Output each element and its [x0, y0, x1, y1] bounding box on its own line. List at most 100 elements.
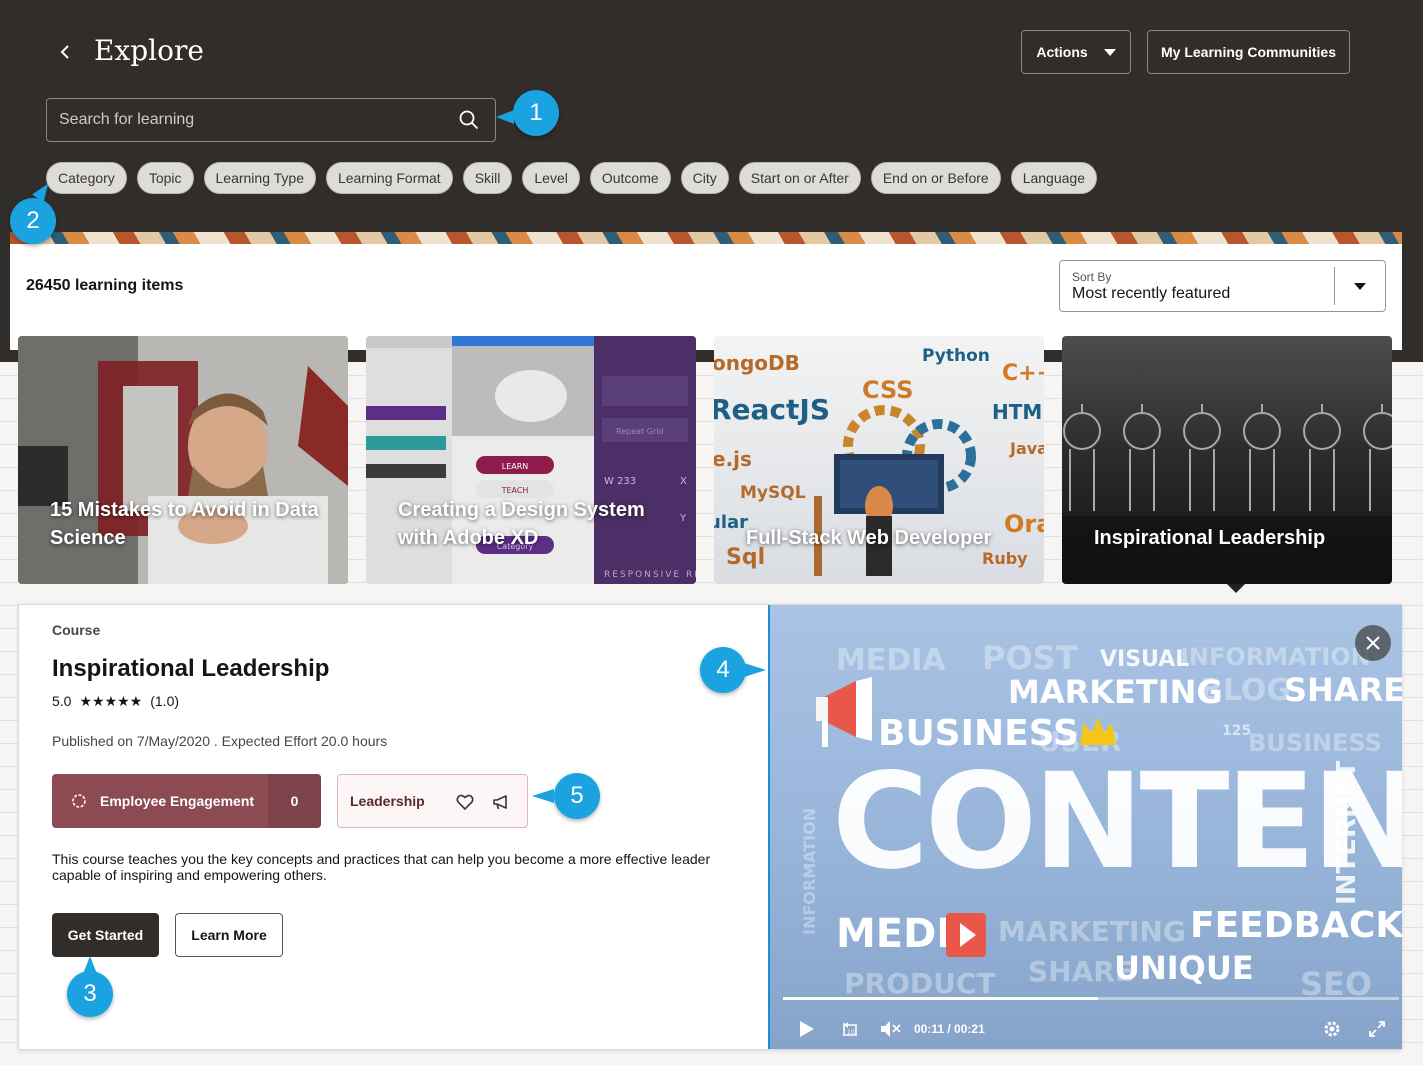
learning-card[interactable]: ongoDB Python CSS C++ ReactJS HTML e.js …: [714, 336, 1044, 584]
actions-button[interactable]: Actions: [1021, 30, 1131, 74]
close-icon: [1366, 636, 1380, 650]
filter-chip-topic[interactable]: Topic: [136, 162, 194, 194]
card-art-responsive: RESPONSIVE RE: [604, 570, 696, 580]
filter-chips: Category Topic Learning Type Learning Fo…: [46, 162, 1097, 194]
card-art-mongodb: ongoDB: [714, 351, 800, 375]
video-word: SHARE: [1284, 671, 1402, 709]
video-player[interactable]: MEDIA POST VISUAL INFORMATION MARKETING …: [768, 605, 1402, 1049]
video-controls: 10 00:11 / 00:21: [770, 1010, 1402, 1048]
my-learning-communities-button[interactable]: My Learning Communities: [1147, 30, 1350, 74]
video-word: MEDIA: [836, 643, 946, 678]
card-title: Creating a Design System with Adobe XD: [398, 499, 645, 549]
video-word: INFORMATION: [1180, 643, 1371, 671]
chevron-left-icon: [60, 45, 69, 59]
filter-chip-outcome[interactable]: Outcome: [589, 162, 671, 194]
caret-down-icon: [1103, 48, 1116, 56]
crown-icon: [1080, 717, 1116, 745]
video-word: CONTENT: [832, 745, 1402, 899]
search-box: [46, 98, 496, 142]
card-art-cpp: C++: [1002, 361, 1044, 386]
card-art-python: Python: [922, 346, 990, 366]
course-rating: 5.0 ★★★★★ (1.0): [52, 693, 179, 710]
callout-badge-4: 4: [700, 647, 746, 693]
video-word: POST: [982, 639, 1078, 677]
video-time: 00:11 / 00:21: [914, 1022, 985, 1036]
get-started-button[interactable]: Get Started: [52, 913, 159, 957]
filter-chip-learning-format[interactable]: Learning Format: [325, 162, 453, 194]
card-art-mysql: MySQL: [740, 483, 806, 503]
back-button[interactable]: [52, 38, 78, 66]
actions-label: Actions: [1036, 44, 1088, 60]
card-art-w: W 233: [604, 476, 636, 487]
results-count: 26450 learning items: [26, 277, 184, 294]
tag-count: 0: [268, 774, 321, 828]
gear-icon: [72, 794, 86, 808]
heart-icon[interactable]: [455, 792, 475, 812]
play-icon: [946, 913, 986, 957]
callout-arrow: [83, 956, 97, 974]
filter-chip-language[interactable]: Language: [1010, 162, 1097, 194]
course-description: This course teaches you the key concepts…: [52, 851, 711, 883]
card-art-learn: LEARN: [502, 462, 529, 471]
current-time: 00:11: [914, 1022, 945, 1036]
video-word: UNIQUE: [1114, 949, 1254, 987]
video-word: PRODUCT: [844, 967, 996, 1000]
card-art-teach: TEACH: [501, 486, 529, 495]
learning-card[interactable]: 15 Mistakes to Avoid in Data Science: [18, 336, 348, 584]
employee-engagement-tag[interactable]: Employee Engagement 0: [52, 774, 321, 828]
tag-label: Leadership: [350, 793, 425, 809]
video-word: MARKETING: [998, 915, 1186, 948]
card-art-html: HTML: [992, 400, 1044, 424]
video-word: INFORMATION: [800, 807, 819, 935]
leadership-tag[interactable]: Leadership: [337, 774, 528, 828]
callout-arrow: [496, 110, 514, 124]
gear-icon[interactable]: [1322, 1019, 1342, 1039]
close-video-button[interactable]: [1355, 625, 1391, 661]
callout-badge-1: 1: [513, 90, 559, 136]
card-art-js: e.js: [714, 447, 752, 471]
sort-value: Most recently featured: [1072, 285, 1231, 302]
card-title: 15 Mistakes to Avoid in Data Science: [50, 499, 319, 549]
card-art-x: X: [680, 476, 687, 487]
rating-value: 5.0: [52, 693, 72, 709]
search-icon[interactable]: [459, 110, 479, 130]
rewind-10-icon[interactable]: 10: [840, 1019, 860, 1039]
card-art-java: Java: [1009, 439, 1044, 458]
filter-chip-end-on-or-before[interactable]: End on or Before: [870, 162, 1001, 194]
mute-icon[interactable]: [880, 1019, 902, 1039]
learning-card[interactable]: Inspirational Leadership: [1062, 336, 1392, 584]
communities-label: My Learning Communities: [1160, 44, 1337, 60]
filter-chip-start-on-or-after[interactable]: Start on or After: [738, 162, 861, 194]
card-title: Inspirational Leadership: [1094, 527, 1326, 549]
card-art-ular: ular: [714, 512, 748, 533]
search-input[interactable]: [59, 99, 449, 141]
course-meta: Published on 7/May/2020 . Expected Effor…: [52, 733, 388, 749]
card-art-react: ReactJS: [714, 393, 830, 426]
megaphone-icon[interactable]: [491, 792, 511, 812]
duration: 00:21: [954, 1022, 985, 1036]
megaphone-icon: [816, 677, 872, 747]
sort-divider: [1334, 267, 1335, 305]
callout-badge-5: 5: [554, 773, 600, 819]
video-progress-bar[interactable]: [783, 997, 1399, 1000]
learning-card[interactable]: LEARN TEACH Category Repeat Grid W 233 X…: [366, 336, 696, 584]
callout-badge-2: 2: [10, 198, 56, 244]
filter-chip-city[interactable]: City: [680, 162, 729, 194]
play-icon[interactable]: [798, 1020, 816, 1038]
card-art-grid: Repeat Grid: [616, 427, 664, 436]
fullscreen-icon[interactable]: [1368, 1020, 1386, 1038]
learn-more-button[interactable]: Learn More: [175, 913, 283, 957]
filter-chip-skill[interactable]: Skill: [462, 162, 513, 194]
filter-chip-learning-type[interactable]: Learning Type: [203, 162, 316, 194]
caret-down-icon[interactable]: [1354, 283, 1366, 290]
video-word: BLOG: [1200, 673, 1292, 708]
filter-chip-level[interactable]: Level: [522, 162, 580, 194]
filter-chip-category[interactable]: Category: [46, 162, 127, 194]
video-word: SHARE: [1028, 955, 1134, 988]
selected-card-pointer: [1227, 584, 1245, 593]
callout-badge-3: 3: [67, 971, 113, 1017]
video-word: 125: [1222, 723, 1252, 739]
video-word: FEEDBACK: [1190, 905, 1402, 946]
sort-select[interactable]: Sort By Most recently featured: [1059, 260, 1386, 312]
course-title: Inspirational Leadership: [52, 655, 330, 682]
